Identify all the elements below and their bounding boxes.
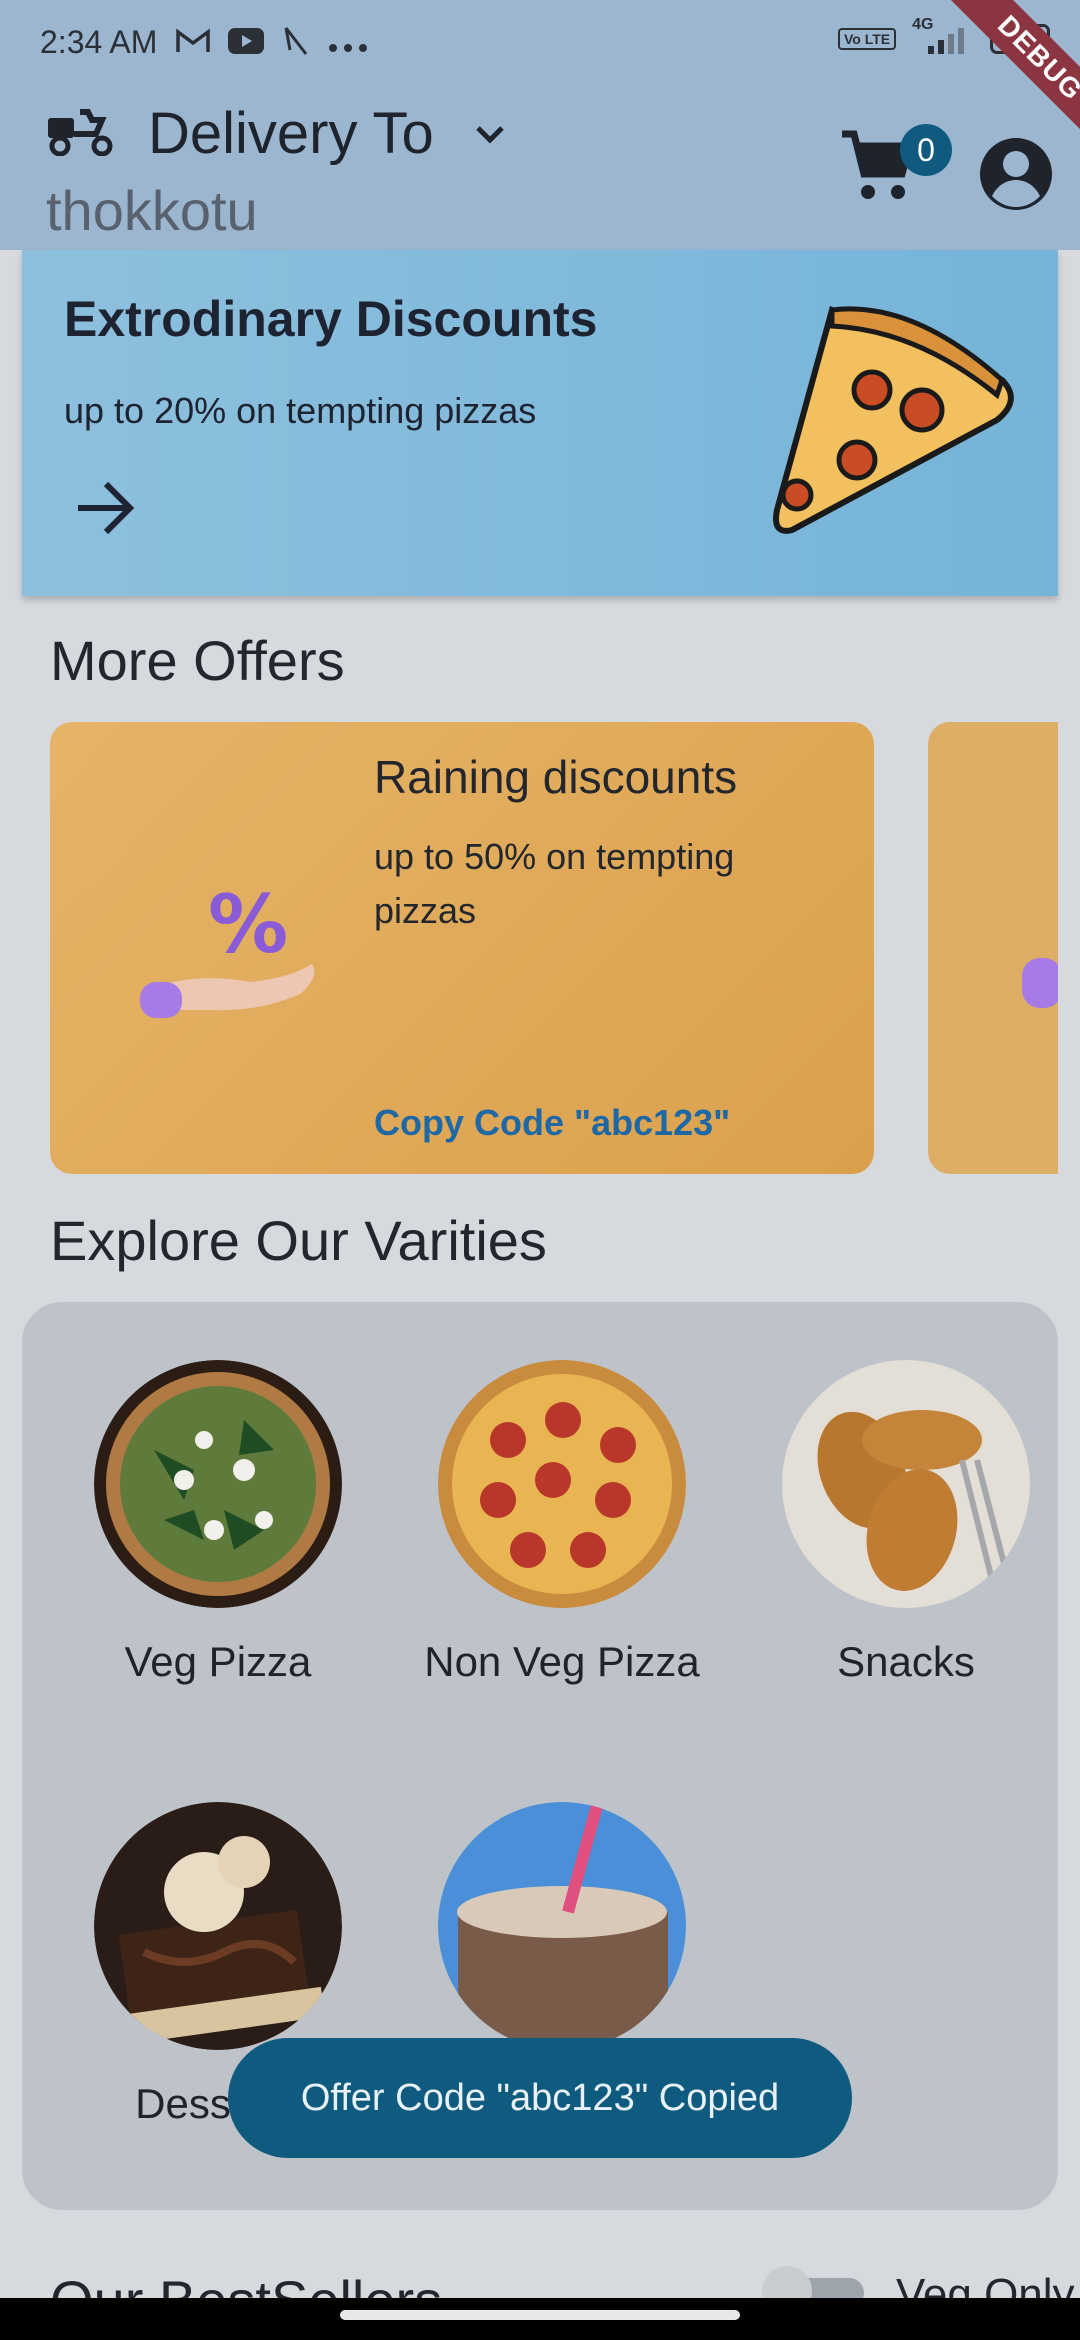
- banner-title: Extrodinary Discounts: [64, 291, 598, 347]
- copy-code-link[interactable]: Copy Code "abc123": [374, 1102, 730, 1144]
- offer-title: Raining discounts: [374, 751, 738, 803]
- delivery-scooter-icon: [46, 104, 116, 161]
- snacks-image: [782, 1360, 1030, 1608]
- offer-card[interactable]: % Raining discounts up to 50% on temptin…: [50, 722, 874, 1174]
- arrow-right-icon[interactable]: [74, 478, 138, 543]
- variety-item-veg-pizza[interactable]: Veg Pizza: [68, 1360, 368, 1686]
- variety-label: Non Veg Pizza: [424, 1638, 700, 1685]
- pizza-slice-illustration: [752, 280, 1032, 565]
- percent-hand-icon: %: [140, 878, 330, 1027]
- signal-slash-icon: [282, 26, 310, 62]
- offer-subtitle: up to 50% on tempting pizzas: [374, 836, 735, 931]
- gmail-icon: [176, 28, 210, 60]
- banner-subtitle: up to 20% on tempting pizzas: [64, 390, 537, 431]
- variety-label: Veg Pizza: [124, 1638, 312, 1685]
- delivery-location[interactable]: thokkotu: [46, 178, 258, 243]
- variety-label: Snacks: [837, 1638, 975, 1685]
- non-veg-pizza-image: [438, 1360, 686, 1608]
- variety-item-snacks[interactable]: Snacks: [756, 1360, 1056, 1686]
- variety-item-non-veg-pizza[interactable]: Non Veg Pizza: [412, 1360, 712, 1686]
- chevron-down-icon[interactable]: [470, 114, 510, 159]
- cart-count-badge: 0: [900, 124, 952, 176]
- app-bar: 2:34 AM Vo LTE 4G DEBUG Delivery To thok…: [0, 0, 1080, 250]
- percent-hand-icon: [1022, 958, 1058, 1013]
- svg-text:%: %: [208, 882, 288, 971]
- network-icon: 4G: [908, 16, 978, 56]
- veg-pizza-image: [94, 1360, 342, 1608]
- more-dots-icon: [328, 29, 368, 59]
- delivery-to-title[interactable]: Delivery To: [148, 100, 434, 167]
- drink-image: [438, 1802, 686, 2050]
- status-time: 2:34 AM: [40, 24, 158, 60]
- offer-card-next[interactable]: [928, 722, 1058, 1174]
- more-offers-heading: More Offers: [50, 629, 345, 692]
- status-bar: 2:34 AM Vo LTE 4G: [0, 0, 1080, 90]
- desserts-image: [94, 1802, 342, 2050]
- youtube-icon: [228, 28, 264, 60]
- discount-banner[interactable]: Extrodinary Discounts up to 20% on tempt…: [22, 250, 1058, 596]
- account-icon[interactable]: [978, 136, 1054, 217]
- home-gesture-pill[interactable]: [340, 2310, 740, 2320]
- varieties-heading: Explore Our Varities: [50, 1209, 547, 1272]
- volte-icon: Vo LTE: [838, 28, 897, 50]
- snackbar-toast: Offer Code "abc123" Copied: [228, 2038, 852, 2158]
